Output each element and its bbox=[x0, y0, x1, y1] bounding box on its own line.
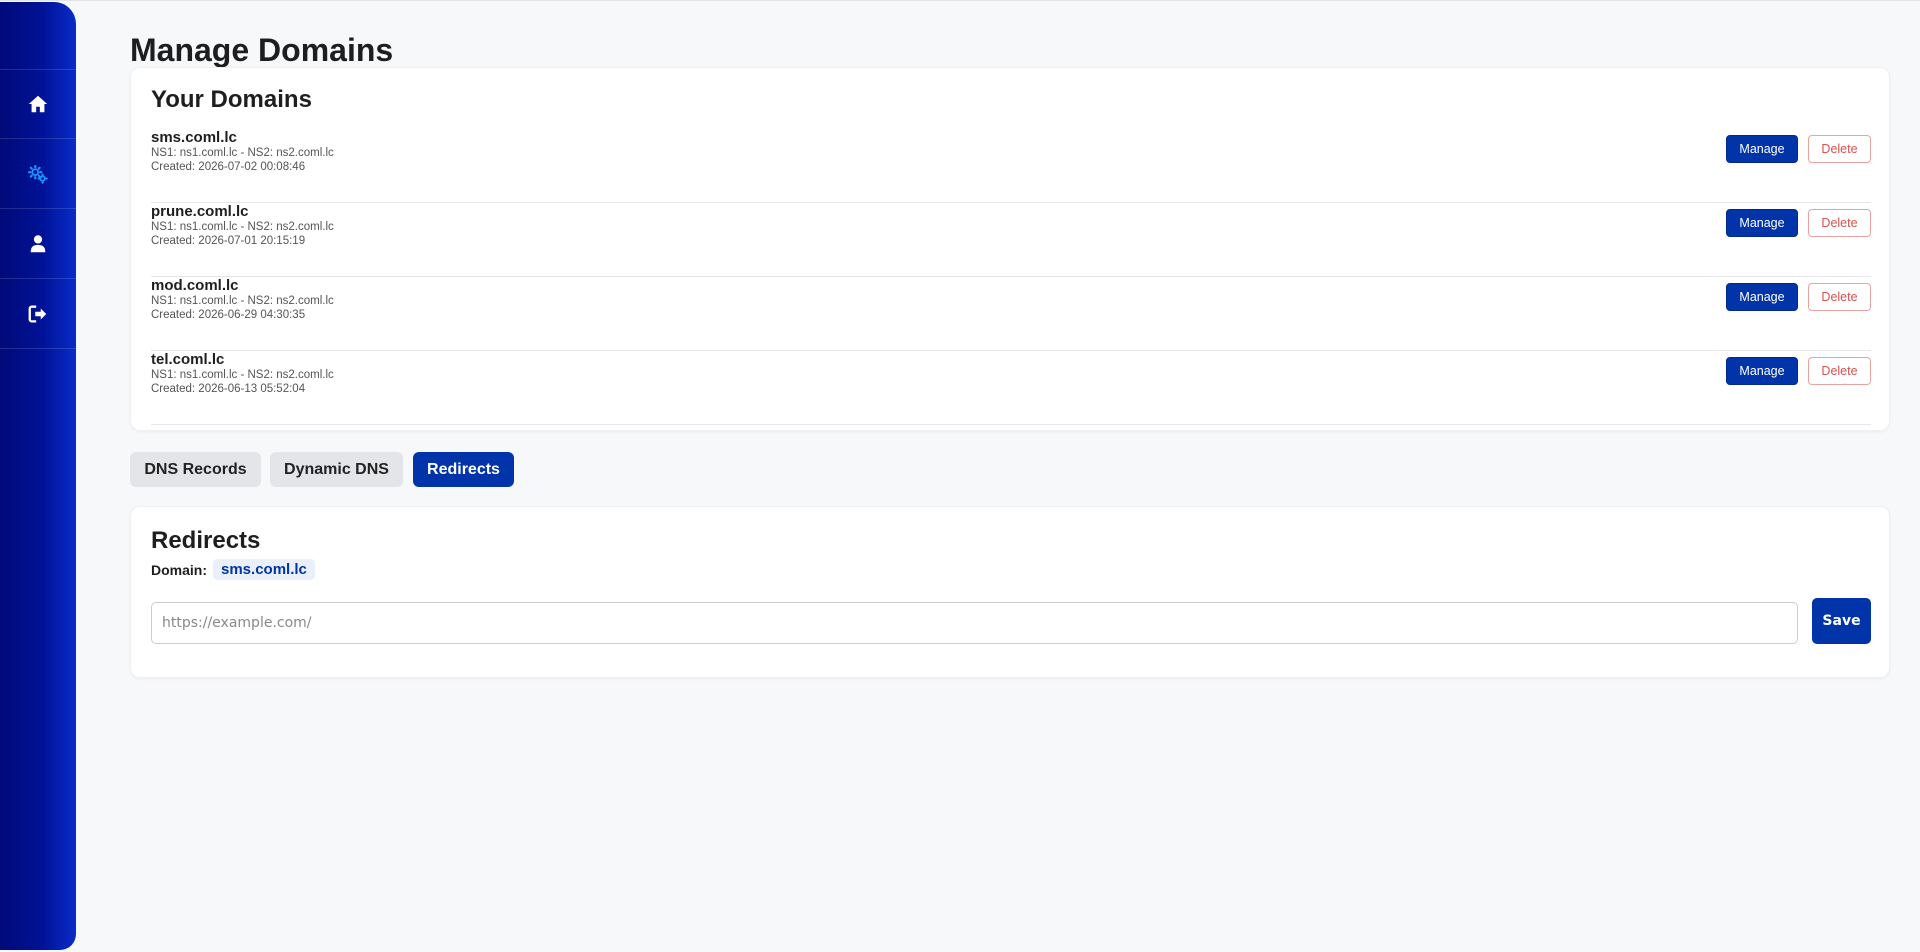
delete-button[interactable]: Delete bbox=[1808, 209, 1871, 237]
user-icon bbox=[30, 234, 46, 252]
sidebar-item-logout[interactable] bbox=[0, 279, 76, 349]
domains-card-title: Your Domains bbox=[151, 86, 312, 113]
domain-nameservers: NS1: ns1.coml.lc - NS2: ns2.coml.lc bbox=[151, 147, 334, 159]
delete-button[interactable]: Delete bbox=[1808, 357, 1871, 385]
redirect-url-input[interactable] bbox=[151, 602, 1798, 644]
domain-nameservers: NS1: ns1.coml.lc - NS2: ns2.coml.lc bbox=[151, 221, 334, 233]
domain-label: Domain: bbox=[151, 561, 207, 578]
domain-name: mod.coml.lc bbox=[151, 277, 239, 294]
domain-row: prune.coml.lc NS1: ns1.coml.lc - NS2: ns… bbox=[151, 203, 1871, 277]
top-border bbox=[0, 0, 1920, 1]
manage-button[interactable]: Manage bbox=[1726, 135, 1798, 163]
domain-nameservers: NS1: ns1.coml.lc - NS2: ns2.coml.lc bbox=[151, 295, 334, 307]
delete-button[interactable]: Delete bbox=[1808, 135, 1871, 163]
redirects-card: Redirects Domain: sms.coml.lc Save bbox=[130, 506, 1890, 678]
save-button[interactable]: Save bbox=[1812, 598, 1871, 644]
manage-button[interactable]: Manage bbox=[1726, 283, 1798, 311]
domain-nameservers: NS1: ns1.coml.lc - NS2: ns2.coml.lc bbox=[151, 369, 334, 381]
sidebar-item-manage-domains[interactable] bbox=[0, 139, 76, 209]
page-title: Manage Domains bbox=[130, 32, 394, 68]
domain-row: sms.coml.lc NS1: ns1.coml.lc - NS2: ns2.… bbox=[151, 129, 1871, 203]
sidebar-item-home[interactable] bbox=[0, 69, 76, 139]
domain-name: prune.coml.lc bbox=[151, 203, 249, 220]
sidebar bbox=[0, 2, 76, 950]
domain-row: tel.coml.lc NS1: ns1.coml.lc - NS2: ns2.… bbox=[151, 351, 1871, 425]
manage-button[interactable]: Manage bbox=[1726, 209, 1798, 237]
tab-dynamic-dns[interactable]: Dynamic DNS bbox=[270, 452, 403, 487]
gears-icon bbox=[27, 164, 48, 184]
tab-dns-records[interactable]: DNS Records bbox=[130, 452, 261, 487]
tab-redirects[interactable]: Redirects bbox=[413, 452, 514, 487]
domain-created-date: Created: 2026-06-29 04:30:35 bbox=[151, 309, 306, 321]
selected-domain: Domain: sms.coml.lc bbox=[151, 559, 315, 580]
domain-created-date: Created: 2026-07-02 00:08:46 bbox=[151, 161, 306, 173]
domain-created-date: Created: 2026-07-01 20:15:19 bbox=[151, 235, 306, 247]
domains-card: Your Domains sms.coml.lc NS1: ns1.coml.l… bbox=[130, 67, 1890, 431]
redirects-card-title: Redirects bbox=[151, 527, 261, 554]
domain-row: mod.coml.lc NS1: ns1.coml.lc - NS2: ns2.… bbox=[151, 277, 1871, 351]
domain-name: tel.coml.lc bbox=[151, 351, 225, 368]
delete-button[interactable]: Delete bbox=[1808, 283, 1871, 311]
manage-button[interactable]: Manage bbox=[1726, 357, 1798, 385]
domain-name: sms.coml.lc bbox=[151, 129, 237, 146]
sidebar-item-profile[interactable] bbox=[0, 209, 76, 279]
domain-created-date: Created: 2026-06-13 05:52:04 bbox=[151, 383, 306, 395]
domain-badge: sms.coml.lc bbox=[213, 559, 315, 580]
sign-out-icon bbox=[28, 305, 47, 322]
home-icon bbox=[28, 95, 48, 113]
